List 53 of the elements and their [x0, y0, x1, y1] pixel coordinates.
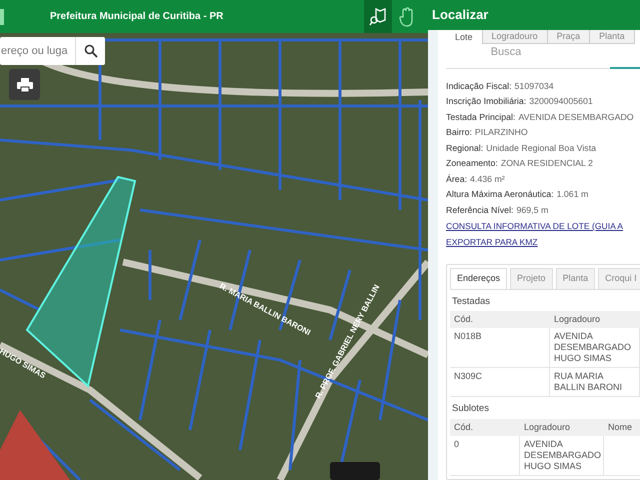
app-title: Prefeitura Municipal de Curitiba - PR — [50, 10, 224, 24]
table-cell: N018B — [450, 328, 550, 368]
column-header: Cód. — [453, 312, 474, 326]
tab[interactable]: Praça — [548, 30, 590, 44]
panel-title: Localizar — [432, 6, 488, 24]
column-header: Logradouro — [553, 312, 602, 326]
search-button[interactable] — [75, 37, 105, 65]
printer-icon — [16, 78, 32, 92]
field-value: AVENIDA DESEMBARGADO — [518, 110, 634, 124]
field-label: Referência Nível: — [446, 204, 514, 216]
field-value: 1.061 m — [556, 188, 588, 201]
search-field[interactable]: ereço ou luga — [0, 37, 75, 65]
print-button[interactable] — [9, 69, 40, 100]
field-label: Zoneamento: — [446, 157, 498, 170]
section-title: Testadas — [452, 294, 492, 308]
field-label: Testada Principal: — [446, 110, 516, 124]
table-cell: AVENIDA DESEMBARGADO HUGO SIMAS — [520, 436, 604, 475]
column-header: Cód. — [453, 420, 474, 434]
tab[interactable]: Endereços — [450, 268, 508, 288]
field-label: Altura Máxima Aeronáutica: — [446, 188, 554, 201]
field-value: ZONA RESIDENCIAL 2 — [500, 157, 593, 170]
field-value: 4.436 m² — [470, 172, 505, 186]
active-tab-indicator — [610, 66, 640, 68]
section-title: Sublotes — [452, 402, 490, 416]
field-label: Inscrição Imobiliária: — [446, 95, 526, 108]
search-icon — [84, 44, 98, 58]
table-cell: AVENIDA DESEMBARGADO HUGO SIMAS — [550, 328, 640, 368]
logo-mark — [0, 8, 4, 24]
field-value: PILARZINHO — [474, 126, 528, 139]
field-label: Indicação Fiscal: — [446, 80, 512, 93]
column-header: Logradouro — [523, 420, 572, 434]
map-search-tool[interactable] — [364, 0, 392, 33]
field-value: Unidade Regional Boa Vista — [486, 142, 596, 155]
table-cell: 0 — [450, 436, 520, 475]
tab[interactable]: Croqui I — [598, 268, 640, 288]
hand-icon — [399, 6, 415, 26]
field-value: 3200094005601 — [529, 95, 593, 108]
column-header: Nome — [607, 420, 634, 434]
tab[interactable]: Planta — [556, 268, 596, 288]
table-cell: N309C — [450, 368, 550, 396]
field-label: Área: — [446, 172, 468, 186]
map-search-icon — [369, 8, 387, 26]
busca-tab[interactable]: Busca — [446, 44, 566, 60]
table-cell: RUA MARIA BALLIN BARONI — [550, 368, 640, 396]
field-label: Regional: — [446, 142, 484, 155]
field-value: 969,5 m — [516, 204, 548, 216]
field-label: Bairro: — [446, 126, 472, 139]
tab[interactable]: Planta — [590, 30, 635, 44]
tab[interactable]: Logradouro — [482, 30, 548, 44]
link[interactable]: EXPORTAR PARA KMZ — [446, 237, 538, 247]
link[interactable]: CONSULTA INFORMATIVA DE LOTE (GUIA A — [446, 221, 623, 231]
tab[interactable]: Projeto — [510, 268, 553, 288]
field-value: 51097034 — [514, 80, 554, 92]
